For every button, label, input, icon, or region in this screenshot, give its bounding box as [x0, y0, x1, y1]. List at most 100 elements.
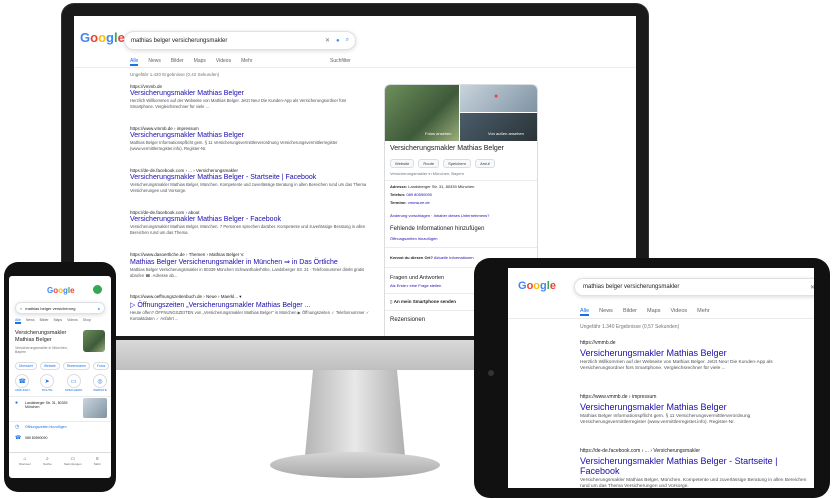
- tab-news[interactable]: News: [599, 308, 613, 316]
- missing-info-title: Fehlende Informationen hinzufügen: [390, 226, 485, 232]
- ask-question-link[interactable]: Als Erste:r eine Frage stellen: [390, 283, 441, 288]
- search-input[interactable]: mathias belger versicherungsmakler: [583, 284, 810, 290]
- phone-kp-subtitle: Versicherungsmakler in München, Bayern: [15, 346, 68, 354]
- tab-videos[interactable]: Videos: [216, 58, 231, 66]
- call-action[interactable]: ☎ ANRUFEN: [15, 374, 30, 392]
- tab-images[interactable]: Bilder: [171, 58, 184, 66]
- phone-kp-photo[interactable]: [83, 330, 105, 352]
- result-title[interactable]: Versicherungsmakler Mathias Belger: [130, 90, 370, 97]
- phone-link[interactable]: 089 80590090: [406, 192, 432, 197]
- result-url[interactable]: https://www.vmmb.de › impressum: [580, 394, 808, 400]
- result-url[interactable]: https://www.dasoertliche.de › Themen › M…: [130, 252, 370, 257]
- website-button[interactable]: Website: [390, 159, 415, 168]
- tab-videos[interactable]: Videos: [670, 308, 687, 316]
- result-url[interactable]: https://de-de.facebook.com › about: [130, 210, 370, 215]
- website-action[interactable]: ◎ WEBSITE: [93, 374, 107, 392]
- clear-icon[interactable]: ✕: [325, 37, 330, 44]
- nav-more[interactable]: ≡ Mehr: [94, 456, 101, 466]
- tab-news[interactable]: News: [26, 318, 35, 324]
- search-result: https://de-de.facebook.com › ... › Versi…: [580, 448, 808, 488]
- kp-actions: Website Route Speichern Anruf: [390, 159, 495, 168]
- appointments-link[interactable]: vmmsure.de: [408, 200, 430, 205]
- tab-shop[interactable]: Shop: [83, 318, 91, 324]
- result-snippet: Herzlich Willkommen auf der Webseite von…: [130, 98, 347, 109]
- save-button[interactable]: Speichern: [443, 159, 472, 168]
- chip-photos[interactable]: Fotos: [93, 362, 110, 370]
- result-url[interactable]: https://de-de.facebook.com › ... › Versi…: [580, 448, 808, 454]
- phone-address[interactable]: Landsberger Str. 31, 80339 München: [25, 401, 73, 409]
- search-bar[interactable]: mathias belger versicherungsmakler ✕: [574, 278, 814, 296]
- result-stats: Ungefähr 1.420 Ergebnisse (0,42 Sekunden…: [130, 72, 220, 77]
- tab-all[interactable]: Alle: [580, 308, 590, 316]
- result-title[interactable]: Versicherungsmakler Mathias Belger - Sta…: [130, 174, 370, 181]
- save-action[interactable]: ▭ SPEICHERN: [65, 374, 82, 392]
- kp-title: Versicherungsmakler Mathias Belger: [390, 145, 504, 152]
- result-url[interactable]: https://www.vmmb.de › impressum: [130, 126, 370, 131]
- tab-more[interactable]: Mehr: [241, 58, 252, 66]
- phone-icon: ☎: [15, 374, 30, 388]
- tab-images[interactable]: Bilder: [40, 318, 49, 324]
- photo-main[interactable]: Fotos ansehen: [385, 85, 459, 141]
- nav-discover[interactable]: ⌂ Discover: [19, 456, 31, 466]
- chip-overview[interactable]: Übersicht: [15, 362, 37, 370]
- directions-icon: ➤: [40, 374, 55, 388]
- phone-number[interactable]: 089 80590090: [25, 436, 47, 440]
- nav-search[interactable]: ⌕ Suche: [43, 456, 52, 466]
- search-tools[interactable]: Suchfilter: [330, 58, 351, 64]
- google-logo[interactable]: Google: [80, 30, 125, 45]
- result-title[interactable]: Versicherungsmakler Mathias Belger - Sta…: [580, 456, 808, 476]
- phone-hours-link[interactable]: Öffnungszeiten hinzufügen: [25, 425, 67, 429]
- search-icon[interactable]: ⌕: [346, 37, 349, 44]
- kp-divider: [385, 180, 537, 181]
- header-divider: [508, 318, 814, 319]
- route-button[interactable]: Route: [418, 159, 440, 168]
- nav-collections[interactable]: ▭ Sammlungen: [64, 456, 82, 466]
- know-place-link[interactable]: Aktuelle Informationen: [434, 255, 474, 260]
- phone-icon: ☎: [15, 435, 22, 441]
- results-list: https://vmmb.de Versicherungsmakler Math…: [580, 340, 808, 488]
- tab-images[interactable]: Bilder: [623, 308, 637, 316]
- result-title[interactable]: Versicherungsmakler Mathias Belger: [580, 348, 808, 358]
- clear-icon[interactable]: ✕: [810, 284, 814, 291]
- result-title[interactable]: Versicherungsmakler Mathias Belger - Fac…: [130, 216, 370, 223]
- suggest-edit-link[interactable]: Änderung vorschlagen · Inhaber dieses Un…: [390, 213, 489, 218]
- tab-maps[interactable]: Maps: [194, 58, 206, 66]
- tab-maps[interactable]: Maps: [54, 318, 63, 324]
- phone-map-thumbnail[interactable]: [83, 398, 107, 418]
- add-hours-link[interactable]: Öffnungszeiten hinzufügen: [390, 236, 438, 241]
- route-action[interactable]: ➤ ROUTE: [40, 374, 55, 392]
- result-title[interactable]: Versicherungsmakler Mathias Belger: [580, 402, 808, 412]
- search-bar[interactable]: mathias belger versicherungsmakler ✕ ● ⌕: [124, 31, 356, 50]
- search-input[interactable]: mathias belger versicherung: [25, 306, 97, 311]
- result-url[interactable]: https://vmmb.de: [130, 84, 370, 89]
- chip-reviews[interactable]: Rezensionen: [62, 362, 91, 370]
- send-to-phone[interactable]: ▯ An mein Smartphone senden: [390, 299, 456, 305]
- photo-outside[interactable]: Von außen ansehen: [460, 113, 537, 141]
- result-title[interactable]: Mathias Belger Versicherungsmakler in Mü…: [130, 258, 370, 266]
- map-pin-icon: ●: [494, 93, 499, 100]
- search-result: https://www.dasoertliche.de › Themen › M…: [130, 252, 370, 294]
- google-logo[interactable]: Google: [518, 280, 556, 292]
- chip-website[interactable]: Website: [39, 362, 60, 370]
- tab-all[interactable]: Alle: [15, 318, 21, 324]
- result-url[interactable]: https://vmmb.de: [580, 340, 808, 346]
- result-url[interactable]: https://de-de.facebook.com › ... › Versi…: [130, 168, 370, 173]
- tab-more[interactable]: Mehr: [697, 308, 710, 316]
- tab-maps[interactable]: Maps: [647, 308, 660, 316]
- result-title[interactable]: Versicherungsmakler Mathias Belger: [130, 132, 370, 139]
- map-thumbnail[interactable]: ●: [460, 85, 537, 112]
- tab-videos[interactable]: Videos: [67, 318, 78, 324]
- google-logo[interactable]: Google: [47, 286, 75, 295]
- bookmark-icon: ▭: [66, 374, 81, 388]
- result-title[interactable]: ▷ Öffnungszeiten „Versicherungsmakler Ma…: [130, 301, 370, 309]
- mic-icon[interactable]: ●: [336, 38, 340, 44]
- call-button[interactable]: Anruf: [475, 159, 495, 168]
- search-bar[interactable]: ⌕ mathias belger versicherung ●: [15, 302, 105, 314]
- mic-icon[interactable]: ●: [98, 306, 100, 311]
- tab-all[interactable]: Alle: [130, 58, 139, 66]
- avatar[interactable]: [93, 285, 102, 294]
- search-input[interactable]: mathias belger versicherungsmakler: [131, 38, 325, 44]
- clock-icon: ◷: [15, 424, 20, 430]
- tab-news[interactable]: News: [148, 58, 161, 66]
- result-url[interactable]: https://www.oeffnungszeitenbuch.de › Neu…: [130, 294, 370, 300]
